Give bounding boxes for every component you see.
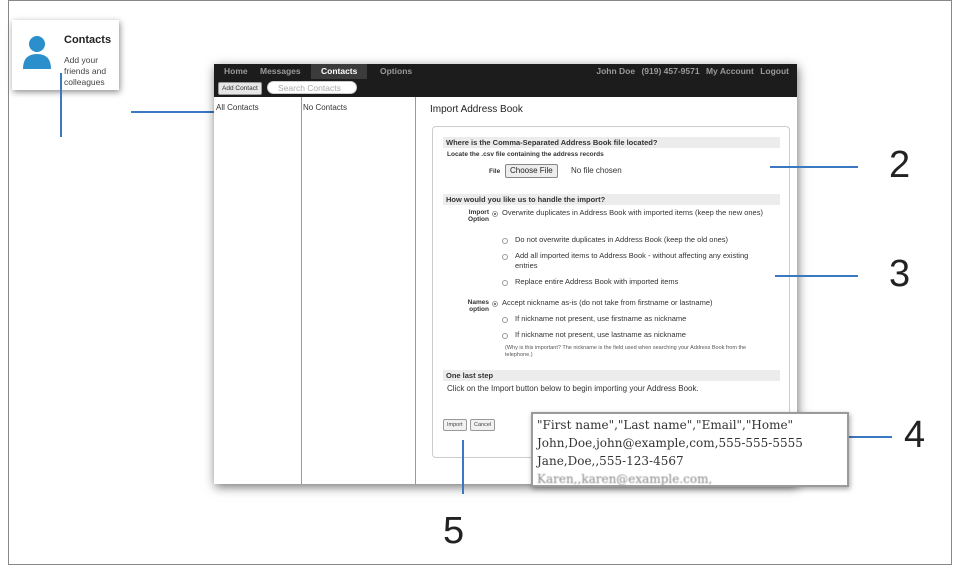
names-option-radio-3[interactable] bbox=[502, 333, 508, 339]
callout-line-1-vertical bbox=[60, 73, 62, 137]
contacts-app-tile[interactable]: Contacts Add your friends and colleagues bbox=[12, 20, 119, 90]
import-option-radio-4[interactable] bbox=[502, 280, 508, 286]
cancel-button[interactable]: Cancel bbox=[470, 419, 496, 431]
names-note: (Why is this important? The nickname is … bbox=[505, 345, 747, 358]
no-contacts-label: No Contacts bbox=[303, 103, 348, 112]
csv-sample-box: "First name","Last name","Email","Home" … bbox=[531, 412, 849, 487]
csv-line-2: John,Doe,john@example,com,555-555-5555 bbox=[537, 436, 803, 450]
section-location-heading: Where is the Comma-Separated Address Boo… bbox=[443, 137, 780, 148]
names-option-radio-1[interactable] bbox=[492, 301, 498, 307]
no-file-chosen-text: No file chosen bbox=[571, 166, 622, 175]
callout-line-4 bbox=[845, 436, 892, 438]
search-input[interactable]: Search Contacts bbox=[267, 81, 357, 94]
names-option-label: Names option bbox=[467, 299, 489, 313]
top-nav-bar: Home Messages Contacts Options John Doe … bbox=[214, 64, 797, 79]
import-option-label: Import Option bbox=[468, 209, 489, 223]
nav-messages[interactable]: Messages bbox=[260, 64, 301, 79]
callout-number-2: 2 bbox=[889, 144, 911, 186]
import-option-text-1: Overwrite duplicates in Address Book wit… bbox=[502, 208, 763, 217]
file-label: File bbox=[489, 168, 501, 175]
section-last-heading: One last step bbox=[443, 370, 780, 381]
page-title: Import Address Book bbox=[430, 104, 523, 115]
all-contacts-item[interactable]: All Contacts bbox=[216, 103, 259, 112]
tile-title: Contacts bbox=[64, 34, 112, 46]
csv-line-1: "First name","Last name","Email","Home" bbox=[537, 418, 794, 432]
callout-number-4: 4 bbox=[904, 414, 926, 456]
tile-subtitle: Add your friends and colleagues bbox=[64, 55, 107, 87]
csv-line-3: Jane,Doe,,555-123-4567 bbox=[537, 454, 684, 468]
import-option-text-3: Add all imported items to Address Book -… bbox=[515, 251, 749, 270]
nav-home[interactable]: Home bbox=[224, 64, 248, 79]
import-option-radio-1[interactable] bbox=[492, 211, 498, 217]
callout-line-2 bbox=[770, 166, 858, 168]
callout-number-5: 5 bbox=[443, 510, 465, 552]
callout-line-3 bbox=[775, 275, 858, 277]
last-step-instruction: Click on the Import button below to begi… bbox=[447, 384, 699, 393]
add-contact-button[interactable]: Add Contact bbox=[218, 82, 262, 95]
toolbar: Add Contact Search Contacts bbox=[214, 79, 797, 97]
person-icon bbox=[23, 36, 51, 69]
names-option-radio-2[interactable] bbox=[502, 317, 508, 323]
my-account-link[interactable]: My Account bbox=[706, 66, 754, 76]
import-option-radio-3[interactable] bbox=[502, 254, 508, 260]
choose-file-button[interactable]: Choose File bbox=[505, 164, 558, 178]
callout-line-5 bbox=[462, 440, 464, 494]
user-name: John Doe bbox=[596, 66, 636, 76]
nav-contacts[interactable]: Contacts bbox=[311, 64, 368, 79]
user-phone: (919) 457-9571 bbox=[641, 66, 700, 76]
groups-column: All Contacts bbox=[214, 97, 302, 484]
import-panel: Where is the Comma-Separated Address Boo… bbox=[432, 126, 790, 458]
csv-line-4: Karen,,karen@example.com, bbox=[537, 472, 713, 486]
import-option-text-2: Do not overwrite duplicates in Address B… bbox=[515, 235, 729, 244]
import-button[interactable]: Import bbox=[443, 419, 467, 431]
callout-line-1-horizontal bbox=[131, 111, 217, 113]
names-option-text-3: If nickname not present, use lastname as… bbox=[515, 330, 686, 339]
import-option-text-4: Replace entire Address Book with importe… bbox=[515, 277, 679, 286]
names-option-text-2: If nickname not present, use firstname a… bbox=[515, 314, 687, 323]
nav-options[interactable]: Options bbox=[380, 64, 412, 79]
account-area: John Doe (919) 457-9571 My Account Logou… bbox=[592, 64, 789, 79]
logout-link[interactable]: Logout bbox=[760, 66, 789, 76]
section-handle-heading: How would you like us to handle the impo… bbox=[443, 194, 780, 205]
callout-number-3: 3 bbox=[889, 253, 911, 295]
contacts-list-column: No Contacts bbox=[301, 97, 416, 484]
locate-instruction: Locate the .csv file containing the addr… bbox=[447, 151, 604, 158]
import-option-radio-2[interactable] bbox=[502, 238, 508, 244]
names-option-text-1: Accept nickname as-is (do not take from … bbox=[502, 298, 713, 307]
